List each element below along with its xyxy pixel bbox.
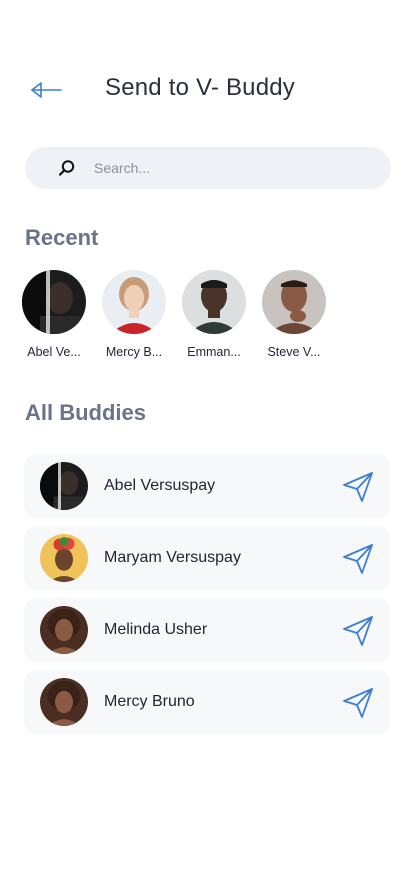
paper-plane-icon xyxy=(341,470,375,504)
avatar xyxy=(40,606,88,654)
send-button[interactable] xyxy=(340,685,376,721)
avatar xyxy=(40,534,88,582)
recent-item[interactable]: Mercy B... xyxy=(102,270,166,359)
avatar xyxy=(22,270,86,334)
recent-item[interactable]: Abel Ve... xyxy=(22,270,86,359)
arrow-left-icon xyxy=(29,80,63,100)
send-button[interactable] xyxy=(340,613,376,649)
recent-item-label: Mercy B... xyxy=(105,345,163,359)
avatar xyxy=(182,270,246,334)
buddy-row[interactable]: Abel Versuspay xyxy=(24,454,390,518)
buddy-name: Abel Versuspay xyxy=(104,477,216,494)
page-title: Send to V- Buddy xyxy=(105,74,295,101)
buddy-row[interactable]: Mercy Bruno xyxy=(24,670,390,734)
avatar xyxy=(40,462,88,510)
send-button[interactable] xyxy=(340,469,376,505)
recent-item[interactable]: Steve V... xyxy=(262,270,326,359)
buddy-row[interactable]: Maryam Versuspay xyxy=(24,526,390,590)
all-buddies-section-title: All Buddies xyxy=(25,400,147,425)
paper-plane-icon xyxy=(341,686,375,720)
buddy-row[interactable]: Melinda Usher xyxy=(24,598,390,662)
buddy-name: Melinda Usher xyxy=(104,621,208,638)
buddy-name: Maryam Versuspay xyxy=(104,549,241,566)
paper-plane-icon xyxy=(341,614,375,648)
search-icon xyxy=(58,159,76,177)
avatar xyxy=(262,270,326,334)
buddy-list: Abel Versuspay Maryam Versuspay Melinda … xyxy=(24,454,390,742)
search-input[interactable] xyxy=(94,160,354,176)
recent-list: Abel Ve... Mercy B... Emman... Steve V..… xyxy=(22,270,326,359)
back-button[interactable] xyxy=(28,76,64,104)
paper-plane-icon xyxy=(341,542,375,576)
recent-item-label: Emman... xyxy=(187,345,241,359)
buddy-name: Mercy Bruno xyxy=(104,693,195,710)
recent-item-label: Steve V... xyxy=(267,345,321,359)
recent-item[interactable]: Emman... xyxy=(182,270,246,359)
header: Send to V- Buddy xyxy=(0,70,414,110)
avatar xyxy=(102,270,166,334)
send-button[interactable] xyxy=(340,541,376,577)
avatar xyxy=(40,678,88,726)
recent-item-label: Abel Ve... xyxy=(27,345,81,359)
search-bar[interactable] xyxy=(25,147,391,189)
recent-section-title: Recent xyxy=(25,225,99,250)
